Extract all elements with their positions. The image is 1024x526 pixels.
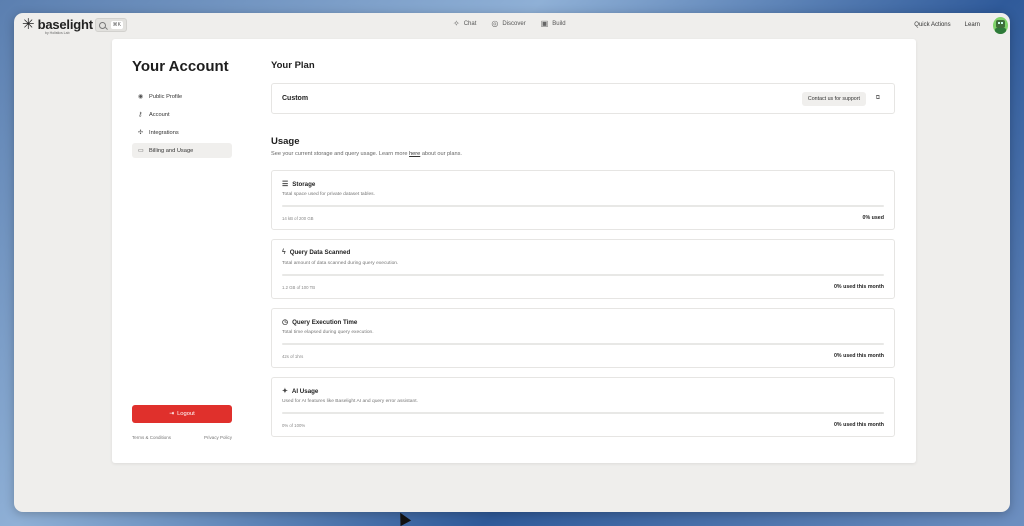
terminal-icon: ▣ xyxy=(540,19,549,28)
baselight-logo-icon: ✳ xyxy=(22,16,35,33)
progress-bar xyxy=(282,412,884,414)
progress-bar xyxy=(282,274,884,276)
plans-link[interactable]: here xyxy=(409,151,420,157)
logo[interactable]: ✳ baselight by Holistics Lab xyxy=(22,16,93,35)
header-links: Quick Actions Learn xyxy=(914,22,980,28)
footer-links: Terms & Conditions Privacy Policy xyxy=(132,435,232,440)
usage-subtitle: See your current storage and query usage… xyxy=(271,151,462,157)
sidebar-item-billing[interactable]: ▭ Billing and Usage xyxy=(132,143,232,158)
learn-link[interactable]: Learn xyxy=(965,22,980,28)
sparkle-icon: ✧ xyxy=(453,19,460,28)
top-bar: ✳ baselight by Holistics Lab ⌘K ✧ Chat ◎… xyxy=(14,13,1010,39)
plan-name: Custom xyxy=(282,95,309,102)
nav-build[interactable]: ▣ Build xyxy=(541,20,566,28)
compass-icon: ◎ xyxy=(491,19,499,28)
account-menu: ◉ Public Profile ⚷ Account ✣ Integration… xyxy=(132,89,232,161)
card-icon: ▭ xyxy=(138,148,144,154)
user-circle-icon: ◉ xyxy=(138,94,144,100)
avatar[interactable] xyxy=(993,17,1008,34)
usage-card-query-data: ϟ Query Data Scanned Total amount of data… xyxy=(271,239,895,299)
brand-name: baselight xyxy=(37,17,93,32)
usage-card-ai: ✦ AI Usage Used for AI features like Base… xyxy=(271,377,895,437)
usage-heading: Usage xyxy=(271,136,300,147)
plan-heading: Your Plan xyxy=(271,60,315,71)
main-nav: ✧ Chat ◎ Discover ▣ Build xyxy=(453,20,566,28)
contact-support-button[interactable]: Contact us for support xyxy=(801,92,866,106)
ai-sparkle-icon: ✦ xyxy=(282,388,288,395)
account-card: Your Account ◉ Public Profile ⚷ Account … xyxy=(112,39,916,463)
clock-icon: ◷ xyxy=(282,319,289,326)
nav-chat[interactable]: ✧ Chat xyxy=(453,20,476,28)
logout-button[interactable]: ⇥ Logout xyxy=(132,405,232,423)
bolt-icon: ϟ xyxy=(282,249,286,256)
mouse-cursor xyxy=(394,509,412,526)
database-icon: ☰ xyxy=(282,181,289,188)
logout-icon: ⇥ xyxy=(169,411,175,417)
usage-card-query-time: ◷ Query Execution Time Total time elapsed… xyxy=(271,308,895,368)
sidebar-item-account[interactable]: ⚷ Account xyxy=(132,107,232,122)
integrations-icon: ✣ xyxy=(138,130,144,136)
app-window: ✳ baselight by Holistics Lab ⌘K ✧ Chat ◎… xyxy=(14,13,1010,512)
page-title: Your Account xyxy=(132,58,229,75)
usage-card-storage: ☰ Storage Total space used for private da… xyxy=(271,170,895,230)
search-icon xyxy=(99,21,106,29)
terms-link[interactable]: Terms & Conditions xyxy=(132,435,171,440)
plan-box: Custom Contact us for support ⧉ xyxy=(271,83,895,114)
privacy-link[interactable]: Privacy Policy xyxy=(204,435,232,440)
copy-icon[interactable]: ⧉ xyxy=(876,95,880,102)
sidebar-item-public-profile[interactable]: ◉ Public Profile xyxy=(132,89,232,104)
quick-actions-link[interactable]: Quick Actions xyxy=(914,22,950,28)
progress-bar xyxy=(282,205,884,207)
progress-bar xyxy=(282,343,884,345)
key-icon: ⚷ xyxy=(138,112,143,118)
search-button[interactable]: ⌘K xyxy=(95,18,127,32)
sidebar-item-integrations[interactable]: ✣ Integrations xyxy=(132,125,232,140)
nav-discover[interactable]: ◎ Discover xyxy=(491,20,525,28)
search-shortcut: ⌘K xyxy=(110,21,123,29)
brand-subtitle: by Holistics Lab xyxy=(45,31,70,35)
